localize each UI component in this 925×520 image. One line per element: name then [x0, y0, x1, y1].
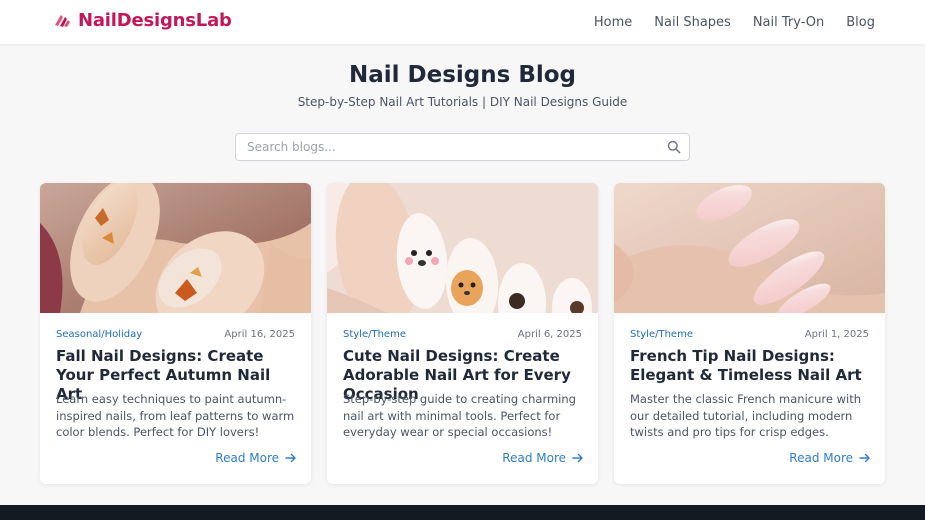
page-subtitle: Step-by-Step Nail Art Tutorials | DIY Na… [297, 95, 628, 109]
page-title: Nail Designs Blog [348, 62, 577, 88]
read-more-link[interactable]: Read More [789, 451, 871, 465]
nav-nail-shapes[interactable]: Nail Shapes [654, 15, 731, 30]
card-image-french-tip-nails[interactable] [614, 183, 885, 313]
search-box [235, 133, 690, 161]
read-more-label: Read More [789, 451, 853, 465]
card-image-cute-nails[interactable] [327, 183, 598, 313]
arrow-right-icon [859, 453, 870, 463]
card-excerpt: Master the classic French manicure with … [630, 392, 862, 439]
search-input[interactable] [236, 134, 656, 160]
card-date: April 6, 2025 [517, 329, 582, 340]
nav-home[interactable]: Home [594, 15, 632, 30]
nav-nail-try-on[interactable]: Nail Try-On [753, 15, 824, 30]
card-category[interactable]: Style/Theme [630, 329, 693, 340]
blog-card[interactable]: Style/Theme April 1, 2025 French Tip Nai… [614, 183, 885, 484]
card-excerpt: Learn easy techniques to paint autumn-in… [56, 392, 295, 439]
search-icon[interactable] [667, 140, 681, 154]
main-nav: Home Nail Shapes Nail Try-On Blog [594, 0, 875, 44]
site-footer [0, 505, 925, 520]
card-date: April 1, 2025 [804, 329, 869, 340]
read-more-link[interactable]: Read More [215, 451, 297, 465]
card-excerpt: Step-by-step guide to creating charming … [343, 392, 576, 439]
arrow-right-icon [285, 453, 296, 463]
card-category[interactable]: Seasonal/Holiday [56, 329, 142, 340]
card-date: April 16, 2025 [224, 329, 295, 340]
blog-card[interactable]: Seasonal/Holiday April 16, 2025 Fall Nai… [40, 183, 311, 484]
logo-text: NailDesignsLab [78, 10, 232, 31]
read-more-label: Read More [502, 451, 566, 465]
read-more-label: Read More [215, 451, 279, 465]
logo-link[interactable]: NailDesignsLab [52, 10, 232, 31]
nail-polish-logo-icon [55, 14, 70, 27]
nav-blog[interactable]: Blog [846, 15, 875, 30]
blog-card[interactable]: Style/Theme April 6, 2025 Cute Nail Desi… [327, 183, 598, 484]
card-title[interactable]: French Tip Nail Designs: Elegant & Timel… [630, 347, 871, 385]
site-header: NailDesignsLab Home Nail Shapes Nail Try… [0, 0, 925, 44]
arrow-right-icon [572, 453, 583, 463]
read-more-link[interactable]: Read More [502, 451, 584, 465]
card-image-autumn-nails[interactable] [40, 183, 311, 313]
card-category[interactable]: Style/Theme [343, 329, 406, 340]
